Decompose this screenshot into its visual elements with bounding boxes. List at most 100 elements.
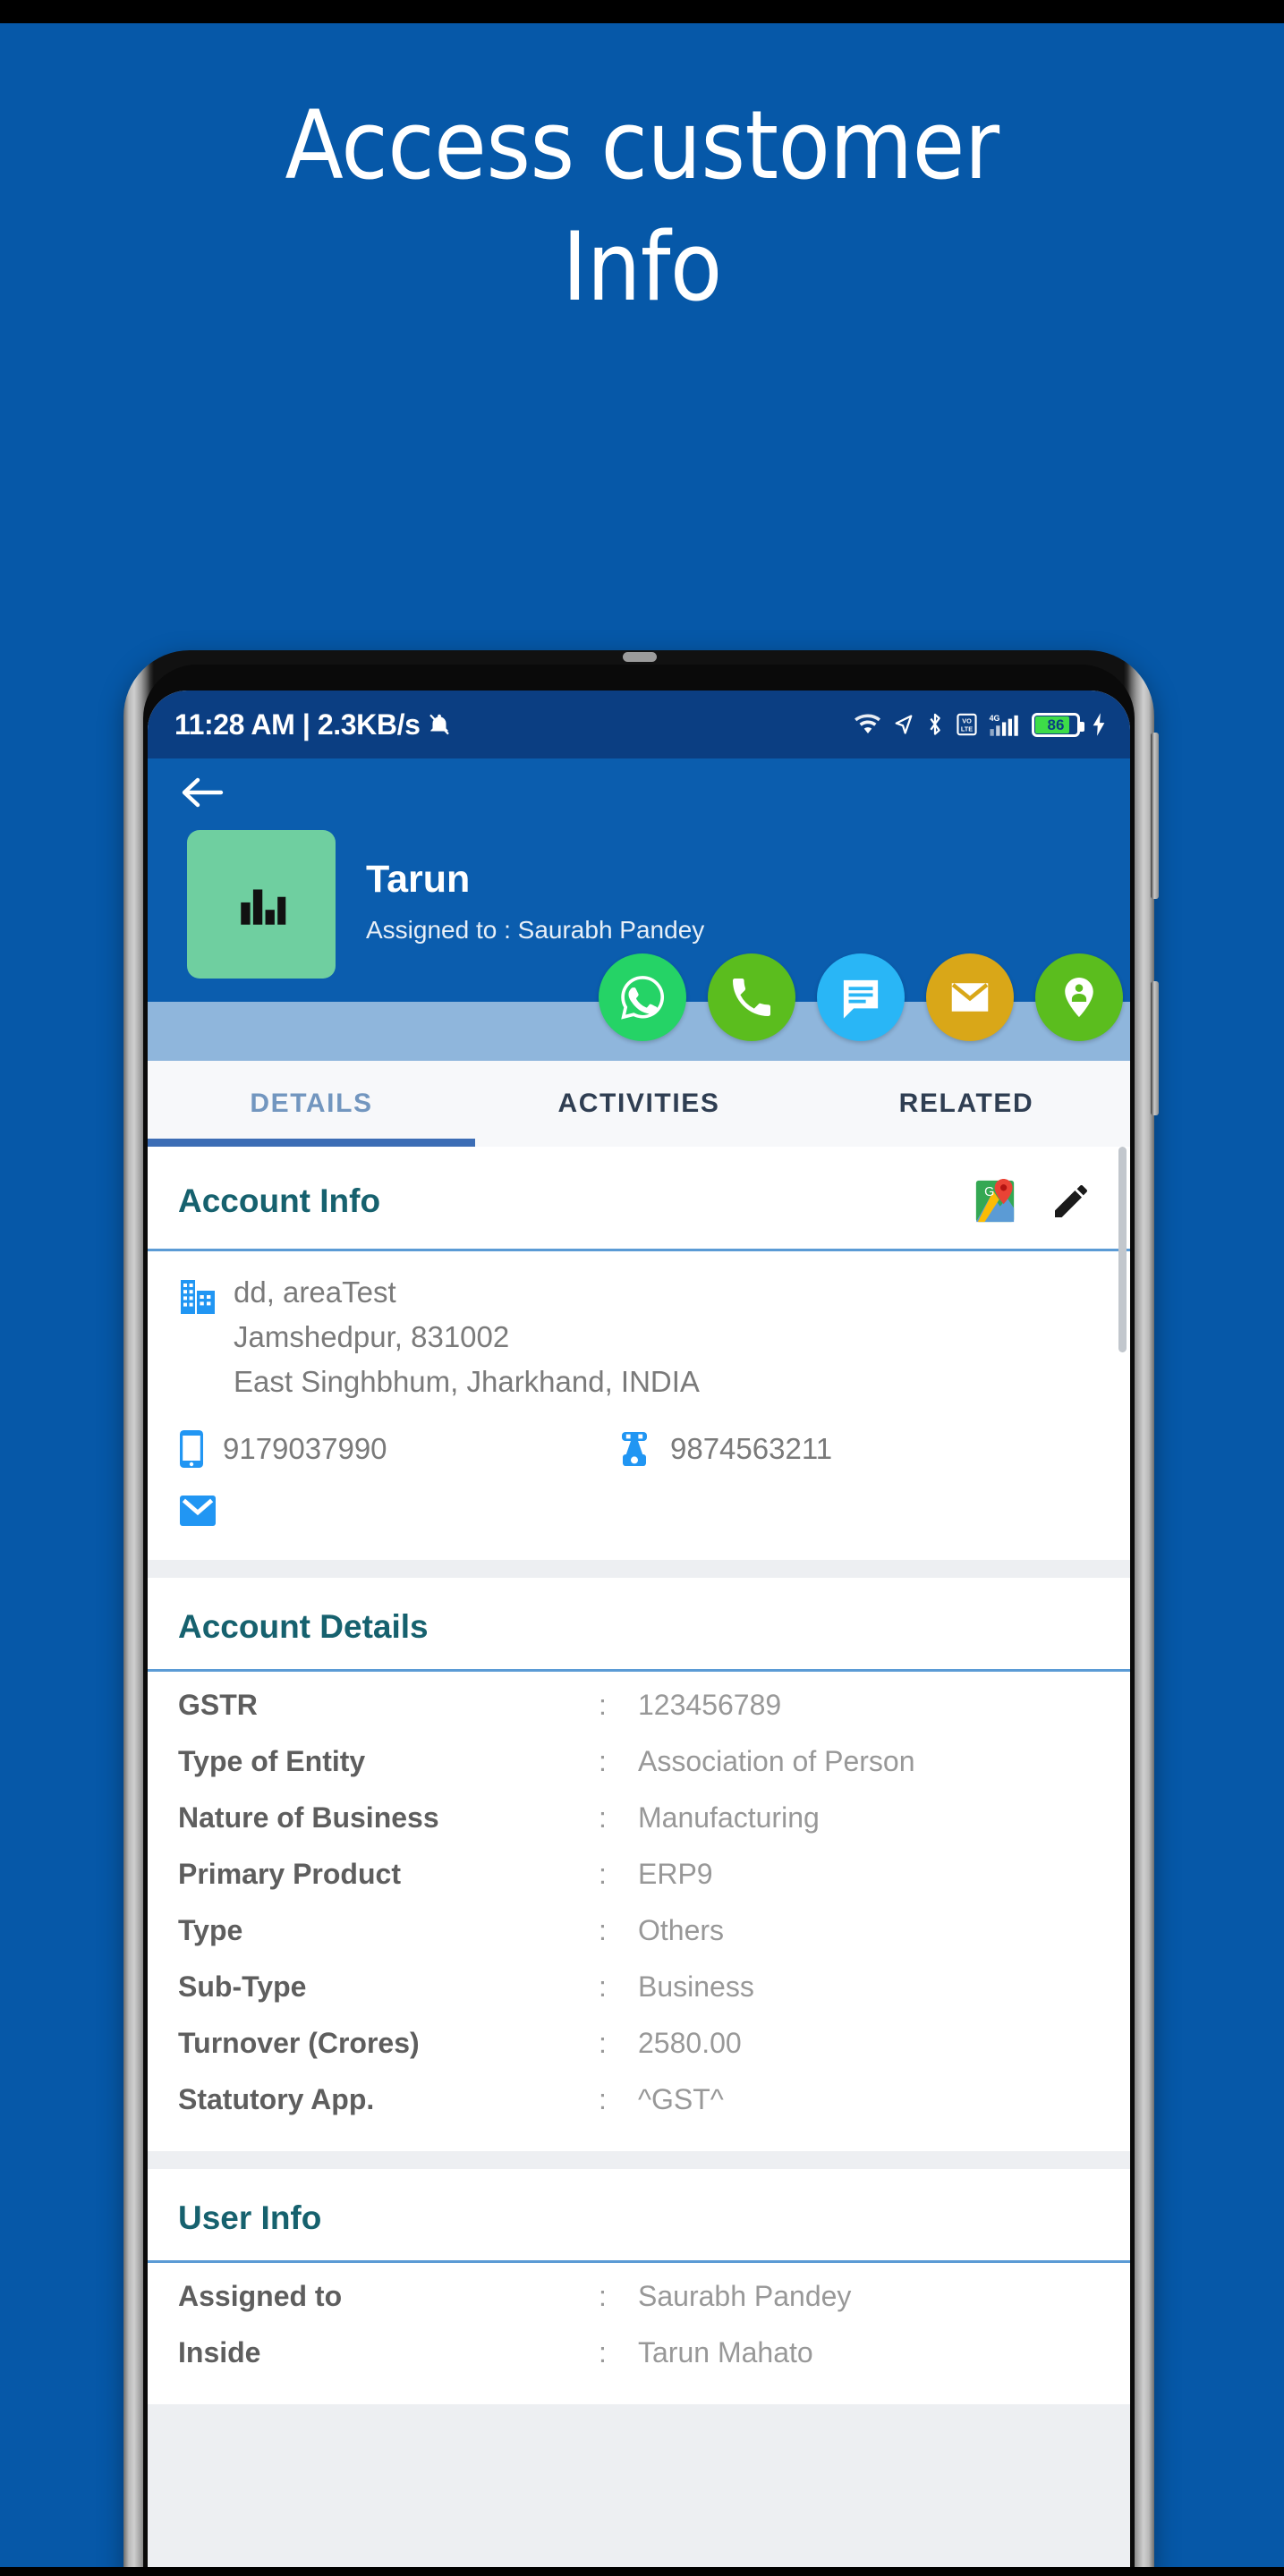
account-info-card: Account Info G dd, areaTest Jamshedpur, … — [148, 1147, 1130, 1560]
content-scrollbar[interactable] — [1118, 1147, 1127, 1352]
table-row: Type : Others — [178, 1902, 1100, 1959]
bar-chart-icon — [241, 889, 286, 925]
row-key: Nature of Business — [178, 1801, 439, 1834]
landline-number: 9874563211 — [670, 1431, 833, 1465]
location-button[interactable] — [1035, 953, 1123, 1041]
tab-bar: DETAILS ACTIVITIES RELATED — [148, 1061, 1130, 1147]
row-key: Turnover (Crores) — [178, 2026, 420, 2059]
tab-activities[interactable]: ACTIVITIES — [475, 1061, 803, 1147]
row-colon: : — [599, 2026, 607, 2059]
battery-indicator: 86 — [1032, 712, 1084, 737]
row-colon: : — [599, 1688, 607, 1721]
row-value: Tarun Mahato — [638, 2335, 813, 2368]
row-colon: : — [599, 2335, 607, 2368]
row-value: Manufacturing — [638, 1801, 820, 1834]
envelope-icon — [951, 983, 989, 1012]
tab-details[interactable]: DETAILS — [148, 1061, 475, 1147]
envelope-icon — [180, 1495, 216, 1526]
location-arrow-icon — [895, 715, 913, 734]
table-row: Type of Entity : Association of Person — [178, 1733, 1100, 1790]
tab-related[interactable]: RELATED — [803, 1061, 1130, 1147]
row-colon: : — [599, 1913, 607, 1946]
user-info-card: User Info Assigned to : Saurabh Pandey I… — [148, 2168, 1130, 2404]
phone-speaker — [623, 652, 657, 662]
phone-icon — [733, 979, 770, 1016]
assigned-to-label: Assigned to : Saurabh Pandey — [366, 916, 705, 945]
landline-number-item[interactable]: 9874563211 — [616, 1429, 832, 1469]
volte-icon: VO LTE — [957, 713, 977, 736]
avatar — [187, 830, 336, 979]
row-key: Inside — [178, 2335, 261, 2368]
details-content[interactable]: Account Info G dd, areaTest Jamshedpur, … — [148, 1147, 1130, 2572]
email-button[interactable] — [926, 953, 1014, 1041]
account-info-title: Account Info — [178, 1182, 381, 1219]
svg-text:LTE: LTE — [961, 725, 973, 733]
row-key: Type of Entity — [178, 1744, 366, 1777]
row-key: Assigned to — [178, 2279, 343, 2312]
row-value: ^GST^ — [638, 2082, 724, 2115]
row-colon: : — [599, 1744, 607, 1777]
phone-mockup: 11:28 AM | 2.3KB/s VO LTE 4G 86 Tarun As… — [123, 650, 1159, 2576]
row-value: ERP9 — [638, 1857, 713, 1890]
address-line-1: dd, areaTest — [234, 1275, 396, 1309]
address-row: dd, areaTest Jamshedpur, 831002 East Sin… — [178, 1273, 1100, 1407]
bluetooth-icon — [930, 713, 940, 735]
row-value: Saurabh Pandey — [638, 2279, 852, 2312]
account-details-list: GSTR : 123456789 Type of Entity : Associ… — [148, 1672, 1130, 2151]
map-pin-person-icon — [1065, 977, 1093, 1018]
account-details-title: Account Details — [178, 1607, 429, 1645]
row-colon: : — [599, 1801, 607, 1834]
mobile-number-item[interactable]: 9179037990 — [178, 1428, 616, 1470]
pencil-edit-icon[interactable] — [1050, 1180, 1093, 1223]
mobile-number: 9179037990 — [223, 1431, 387, 1465]
row-value: Business — [638, 1970, 754, 2003]
account-info-header: Account Info G — [148, 1147, 1130, 1251]
row-value: Others — [638, 1913, 725, 1946]
sms-button[interactable] — [817, 953, 905, 1041]
row-key: GSTR — [178, 1688, 258, 1721]
whatsapp-icon — [621, 976, 665, 1020]
phone-screen: 11:28 AM | 2.3KB/s VO LTE 4G 86 Tarun As… — [148, 691, 1130, 2576]
account-details-card: Account Details GSTR : 123456789 Type of… — [148, 1577, 1130, 2151]
user-info-list: Assigned to : Saurabh Pandey Inside : Ta… — [148, 2263, 1130, 2404]
charging-bolt-icon — [1093, 713, 1105, 736]
table-row: Primary Product : ERP9 — [178, 1846, 1100, 1902]
whatsapp-button[interactable] — [599, 953, 686, 1041]
user-info-title: User Info — [178, 2199, 322, 2236]
status-left: 11:28 AM | 2.3KB/s — [174, 708, 453, 741]
row-value: 2580.00 — [638, 2026, 742, 2059]
address-line-2: Jamshedpur, 831002 — [234, 1319, 510, 1353]
table-row: Inside : Tarun Mahato — [178, 2325, 1100, 2381]
table-row: Assigned to : Saurabh Pandey — [178, 2268, 1100, 2325]
row-colon: : — [599, 1970, 607, 2003]
google-maps-icon[interactable]: G — [973, 1177, 1017, 1225]
promo-headline: Access customer Info — [285, 90, 999, 322]
user-info-header: User Info — [148, 2169, 1130, 2263]
power-button[interactable] — [1151, 981, 1159, 1115]
volume-button[interactable] — [1151, 733, 1159, 899]
android-status-bar: 11:28 AM | 2.3KB/s VO LTE 4G 86 — [148, 691, 1130, 758]
wifi-icon — [855, 714, 880, 733]
bell-muted-icon — [429, 714, 450, 735]
table-row: Sub-Type : Business — [178, 1959, 1100, 2015]
back-arrow-icon[interactable] — [180, 774, 226, 811]
email-row[interactable] — [178, 1493, 1100, 1533]
table-row: Turnover (Crores) : 2580.00 — [178, 2015, 1100, 2072]
row-colon: : — [599, 2082, 607, 2115]
promo-backdrop: Access customer Info 11:28 AM | 2.3KB/s — [0, 0, 1284, 2576]
row-colon: : — [599, 2279, 607, 2312]
letterbox-top — [0, 0, 1284, 23]
row-key: Statutory App. — [178, 2082, 375, 2115]
call-button[interactable] — [708, 953, 795, 1041]
row-key: Primary Product — [178, 1857, 401, 1890]
app-bar-top — [148, 758, 1130, 826]
network-type-label: 4G — [990, 714, 1000, 723]
table-row: Statutory App. : ^GST^ — [178, 2072, 1100, 2128]
account-name: Tarun — [366, 858, 471, 901]
table-row: GSTR : 123456789 — [178, 1677, 1100, 1733]
address-line-3: East Singhbhum, Jharkhand, INDIA — [234, 1364, 700, 1398]
telephone-icon — [622, 1431, 647, 1466]
phone-numbers-row: 9179037990 9874563211 — [178, 1428, 1100, 1470]
account-info-actions: G — [973, 1177, 1100, 1225]
status-time-data: 11:28 AM | 2.3KB/s — [174, 708, 421, 741]
